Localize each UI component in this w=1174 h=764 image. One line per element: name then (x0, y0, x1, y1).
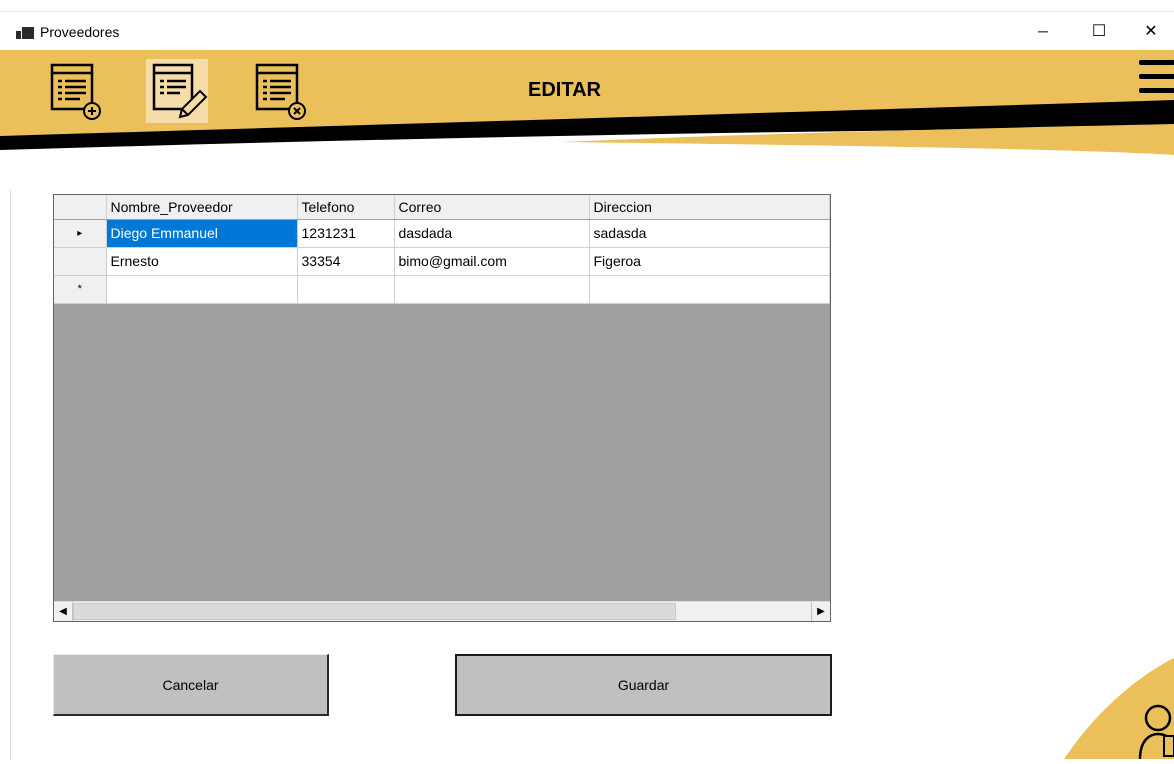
table-cell[interactable]: sadasda (589, 219, 830, 248)
scroll-left-button[interactable]: ◀ (54, 602, 73, 621)
table-cell[interactable]: 33354 (297, 247, 395, 276)
scroll-right-button[interactable]: ▶ (811, 602, 830, 621)
table-cell[interactable]: bimo@gmail.com (394, 247, 590, 276)
row-header[interactable] (54, 247, 107, 276)
providers-table: Nombre_Proveedor Telefono Correo Direcci… (54, 195, 830, 304)
table-cell[interactable]: Figeroa (589, 247, 830, 276)
title-bar (0, 12, 1174, 50)
window-title: Proveedores (40, 24, 120, 40)
header-row: Nombre_Proveedor Telefono Correo Direcci… (54, 195, 830, 220)
table-cell[interactable] (394, 275, 590, 304)
app-icon (16, 27, 34, 39)
column-header-telefono[interactable]: Telefono (297, 195, 395, 220)
table-row[interactable]: Ernesto 33354 bimo@gmail.com Figeroa (54, 247, 830, 276)
maximize-icon: ☐ (1091, 23, 1107, 40)
new-row[interactable]: * (54, 275, 830, 304)
hamburger-menu-icon[interactable] (1139, 58, 1174, 96)
table-cell[interactable]: Ernesto (106, 247, 298, 276)
page-title: EDITAR (528, 79, 601, 101)
add-record-button[interactable] (44, 59, 106, 123)
table-row[interactable]: ▸ Diego Emmanuel 1231231 dasdada sadasda (54, 219, 830, 248)
edit-list-icon (152, 63, 208, 119)
row-header-current[interactable]: ▸ (54, 219, 107, 248)
corner-decoration (1040, 640, 1174, 764)
add-list-icon (50, 63, 101, 120)
table-cell[interactable]: Diego Emmanuel (106, 219, 298, 248)
close-icon: ✕ (1144, 23, 1158, 40)
delete-record-button[interactable] (249, 59, 311, 123)
table-cell[interactable] (589, 275, 830, 304)
minimize-icon: ─ (1038, 23, 1048, 39)
providers-grid[interactable]: Nombre_Proveedor Telefono Correo Direcci… (53, 194, 831, 622)
table-cell[interactable]: 1231231 (297, 219, 395, 248)
maximize-button[interactable]: ☐ (1076, 12, 1122, 50)
delete-list-icon (255, 63, 306, 120)
close-button[interactable]: ✕ (1128, 12, 1174, 50)
left-divider (10, 190, 11, 759)
save-button[interactable]: Guardar (455, 654, 832, 716)
arrow-right-icon: ▶ (817, 606, 825, 617)
column-header-correo[interactable]: Correo (394, 195, 590, 220)
minimize-button[interactable]: ─ (1020, 12, 1066, 50)
corner-header (54, 195, 107, 220)
cancel-button[interactable]: Cancelar (53, 654, 329, 716)
column-header-nombre[interactable]: Nombre_Proveedor (106, 195, 298, 220)
edit-record-button[interactable] (146, 59, 208, 123)
table-cell[interactable] (106, 275, 298, 304)
row-header-new[interactable]: * (54, 275, 107, 304)
column-header-direccion[interactable]: Direccion (589, 195, 830, 220)
table-cell[interactable] (297, 275, 395, 304)
horizontal-scrollbar[interactable]: ◀ ▶ (54, 601, 830, 621)
scroll-thumb[interactable] (73, 603, 676, 620)
table-cell[interactable]: dasdada (394, 219, 590, 248)
arrow-left-icon: ◀ (59, 606, 67, 617)
